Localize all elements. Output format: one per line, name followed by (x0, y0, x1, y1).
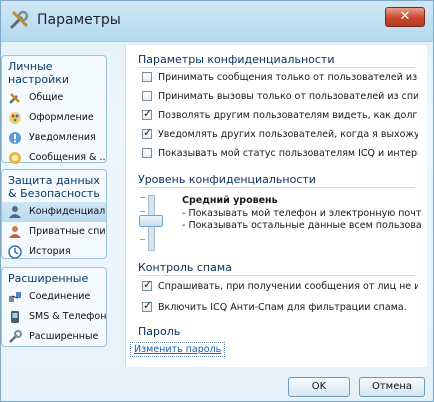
sidebar-item-label: Конфиденциал... (29, 206, 106, 217)
slider-tick (140, 197, 145, 198)
notification-icon (9, 132, 21, 144)
option-label: Принимать вызовы только от пользователей… (158, 91, 418, 102)
connection-icon (9, 292, 21, 302)
tools-icon (10, 10, 29, 29)
checkbox[interactable] (142, 128, 152, 140)
option-label: Уведомлять других пользователей, когда я… (158, 129, 418, 140)
sidebar-item-label: SMS & Телефон (29, 311, 106, 322)
privacy-level-description: - Показывать остальные данные всем польз… (182, 220, 422, 231)
option-show-idle-time[interactable]: Позволять другим пользователям видеть, к… (142, 109, 418, 123)
sidebar-item-appearance[interactable]: Оформление (2, 108, 106, 128)
slider-tick (140, 239, 145, 240)
palette-icon (9, 112, 21, 124)
sidebar-group-header: Расширенные (8, 272, 89, 285)
privacy-level-name: Средний уровень (182, 195, 278, 206)
change-password-link[interactable]: Изменить пароль (130, 342, 226, 357)
option-label: Показывать мой статус пользователям ICQ … (158, 148, 418, 159)
title-bar: Параметры ✕ (1, 1, 433, 42)
level-section-title: Уровень конфиденциальности (138, 173, 316, 186)
messages-icon (9, 152, 21, 164)
sidebar-item-label: Соединение (29, 291, 91, 302)
spam-section-title: Контроль спама (138, 261, 232, 274)
sidebar-item-connection[interactable]: Соединение (2, 287, 106, 307)
contacts-icon (9, 226, 21, 238)
sidebar-item-label: Общие (29, 92, 64, 103)
password-section-title: Пароль (138, 325, 181, 338)
tools-icon (9, 93, 20, 104)
option-messages-contacts-only[interactable]: Принимать сообщения только от пользовате… (142, 71, 418, 85)
privacy-icon (9, 206, 21, 218)
sidebar-item-messages[interactable]: Сообщения & ... (2, 148, 106, 168)
checkbox[interactable] (142, 91, 152, 101)
sidebar-item-notifications[interactable]: Уведомления (2, 128, 106, 148)
divider (138, 67, 415, 68)
option-label: Включить ICQ Анти-Спам для фильтрации сп… (158, 302, 407, 313)
checkbox[interactable] (142, 72, 152, 82)
sidebar-item-label: Оформление (29, 112, 94, 123)
sidebar-item-label: Сообщения & ... (29, 152, 106, 163)
option-enable-antispam[interactable]: Включить ICQ Анти-Спам для фильтрации сп… (142, 301, 418, 315)
sidebar-item-label: Уведомления (29, 132, 96, 143)
sidebar-item-advanced[interactable]: Расширенные (2, 327, 106, 347)
privacy-level-slider-thumb[interactable] (139, 215, 163, 227)
sidebar-item-general[interactable]: Общие (2, 88, 106, 108)
sidebar-group-security: Защита данных & Безопасность Конфиденциа… (1, 169, 107, 259)
sidebar-item-label: Расширенные (29, 331, 99, 342)
privacy-level-description: - Показывать мой телефон и электронную п… (182, 208, 422, 219)
option-label: Принимать сообщения только от пользовате… (158, 72, 418, 83)
close-icon: ✕ (399, 9, 411, 24)
cancel-button[interactable]: Отмена (359, 377, 425, 397)
history-icon (8, 245, 22, 259)
sidebar-item-private-lists[interactable]: Приватные спи... (2, 222, 106, 242)
close-button[interactable]: ✕ (385, 7, 425, 27)
option-calls-contacts-only[interactable]: Принимать вызовы только от пользователей… (142, 90, 418, 104)
option-ask-non-contacts[interactable]: Спрашивать, при получении сообщения от л… (142, 280, 418, 294)
sidebar-group-advanced: Расширенные Соединение SMS & Телефон Рас… (1, 267, 107, 347)
divider (138, 187, 415, 188)
window-title: Параметры (37, 12, 121, 28)
sidebar-item-privacy[interactable]: Конфиденциал... (2, 202, 106, 222)
sidebar-item-label: Приватные спи... (29, 226, 106, 237)
sms-icon (11, 311, 19, 323)
checkbox[interactable] (142, 148, 152, 158)
slider-tick (140, 211, 145, 212)
sidebar-group-header: Защита данных & Безопасность (8, 174, 100, 200)
option-label: Позволять другим пользователям видеть, к… (158, 110, 418, 121)
ok-button[interactable]: OK (288, 377, 350, 397)
checkbox[interactable] (142, 301, 152, 313)
settings-content: Параметры конфиденциальности Принимать с… (125, 45, 427, 367)
sidebar-item-sms[interactable]: SMS & Телефон (2, 307, 106, 327)
settings-window: Параметры ✕ Личные настройки Общие Оформ… (0, 0, 434, 402)
option-show-status[interactable]: Показывать мой статус пользователям ICQ … (142, 147, 418, 161)
checkbox[interactable] (142, 280, 152, 292)
advanced-icon (9, 330, 22, 343)
sidebar-item-label: История (29, 246, 71, 257)
option-label: Спрашивать, при получении сообщения от л… (158, 281, 418, 292)
sidebar-group-personal: Личные настройки Общие Оформление Уведом… (1, 55, 107, 164)
checkbox[interactable] (142, 109, 152, 121)
privacy-section-title: Параметры конфиденциальности (138, 53, 335, 66)
option-notify-leave-chat[interactable]: Уведомлять других пользователей, когда я… (142, 128, 418, 142)
sidebar-item-history[interactable]: История (2, 242, 106, 262)
divider (138, 275, 415, 276)
sidebar-group-header: Личные настройки (8, 60, 70, 86)
